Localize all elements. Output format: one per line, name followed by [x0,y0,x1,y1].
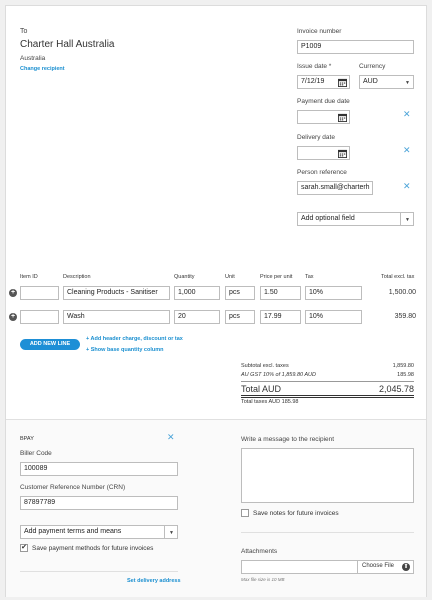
payment-terms-value: Add payment terms and means [24,528,122,535]
header-price: Price per unit [260,274,293,280]
person-reference-input[interactable]: sarah.small@charterh [297,181,373,195]
clear-payment-due-icon[interactable]: ✕ [403,110,411,119]
unit-input[interactable]: pcs [225,286,255,300]
total-taxes-label: Total taxes AUD 185.98 [241,399,299,405]
checkmark-icon: ✔ [20,544,28,552]
recipient-name: Charter Hall Australia [20,39,115,50]
quantity-input[interactable]: 1,000 [174,286,220,300]
currency-label: Currency [359,63,386,70]
recipient-country: Australia [20,55,46,62]
calendar-icon[interactable] [338,113,347,122]
total-value: 2,045.78 [378,384,414,394]
chevron-down-icon: ▼ [405,80,410,86]
bpay-label: BPAY [20,436,34,442]
optional-field-value: Add optional field [301,215,355,222]
expand-row-icon[interactable]: + [9,313,17,321]
choose-file-button[interactable]: Choose File [362,563,394,569]
item-id-input[interactable] [20,286,59,300]
header-total: Total excl. tax [381,274,415,280]
calendar-icon[interactable] [338,149,347,158]
price-input[interactable]: 1.50 [260,286,301,300]
attachments-label: Attachments [241,548,278,555]
currency-value: AUD [363,78,378,85]
show-base-quantity-link[interactable]: + Show base quantity column [86,347,163,353]
invoice-number-label: Invoice number [297,28,342,35]
chevron-down-icon: ▼ [169,530,174,536]
header-item-id: Item ID [20,274,38,280]
person-reference-label: Person reference [297,169,347,176]
row-total: 359.80 [394,313,416,320]
crn-label: Customer Reference Number (CRN) [20,484,126,491]
save-payment-methods-checkbox[interactable]: ✔ Save payment methods for future invoic… [20,544,153,552]
attachment-input[interactable]: Choose File ⬆ [241,560,414,574]
payment-due-input[interactable] [297,110,350,124]
message-textarea[interactable] [241,448,414,503]
subtotal-label: Subtotal excl. taxes [241,363,289,369]
gst-label: AU GST 10% of 1,859.80 AUD [241,372,316,378]
delivery-date-label: Delivery date [297,134,335,141]
crn-input[interactable]: 87897789 [20,496,178,510]
add-new-line-button[interactable]: ADD NEW LINE [20,339,80,350]
save-notes-label: Save notes for future invoices [253,509,339,517]
issue-date-input[interactable]: 7/12/19 [297,75,350,89]
checkbox-box [241,509,249,517]
message-label: Write a message to the recipient [241,436,335,443]
expand-row-icon[interactable]: + [9,289,17,297]
payment-due-label: Payment due date [297,98,350,105]
subtotal-value: 1,859.80 [392,363,414,369]
delivery-date-input[interactable] [297,146,350,160]
save-payment-methods-label: Save payment methods for future invoices [32,544,154,552]
show-base-quantity-label: Show base quantity column [90,347,164,353]
issue-date-value: 7/12/19 [301,78,325,85]
calendar-icon[interactable] [338,78,347,87]
row-total: 1,500.00 [388,289,416,296]
currency-select[interactable]: AUD ▼ [359,75,414,89]
payment-terms-select[interactable]: Add payment terms and means ▼ [20,525,178,539]
description-input[interactable]: Cleaning Products - Sanitiser [63,286,170,300]
header-quantity: Quantity [174,274,195,280]
save-notes-checkbox[interactable]: Save notes for future invoices [241,509,339,517]
chevron-down-icon: ▼ [405,217,410,223]
issue-date-label: Issue date * [297,63,332,70]
invoice-number-input[interactable]: P1009 [297,40,414,54]
change-recipient-link[interactable]: Change recipient [20,66,65,72]
header-description: Description [63,274,91,280]
biller-code-label: Biller Code [20,450,52,457]
add-header-charge-label: Add header charge, discount or tax [90,336,183,342]
max-file-size-note: Max file size is 10 MB [241,577,285,582]
item-id-input[interactable] [20,310,59,324]
total-label: Total AUD [241,384,282,394]
quantity-input[interactable]: 20 [174,310,220,324]
biller-code-input[interactable]: 100089 [20,462,178,476]
tax-input[interactable]: 10% [305,310,362,324]
to-label: To [20,28,28,35]
header-tax: Tax [305,274,314,280]
invoice-form: To Charter Hall Australia Australia Chan… [5,5,427,597]
upload-icon[interactable]: ⬆ [402,563,410,571]
unit-input[interactable]: pcs [225,310,255,324]
header-unit: Unit [225,274,235,280]
set-delivery-address-link[interactable]: Set delivery address [127,578,181,584]
add-header-charge-link[interactable]: + Add header charge, discount or tax [86,336,183,342]
gst-value: 185.98 [397,372,414,378]
clear-person-reference-icon[interactable]: ✕ [403,182,411,191]
tax-input[interactable]: 10% [305,286,362,300]
remove-bpay-icon[interactable]: ✕ [167,433,175,442]
description-input[interactable]: Wash [63,310,170,324]
clear-delivery-date-icon[interactable]: ✕ [403,146,411,155]
price-input[interactable]: 17.99 [260,310,301,324]
optional-field-select[interactable]: Add optional field ▼ [297,212,414,226]
